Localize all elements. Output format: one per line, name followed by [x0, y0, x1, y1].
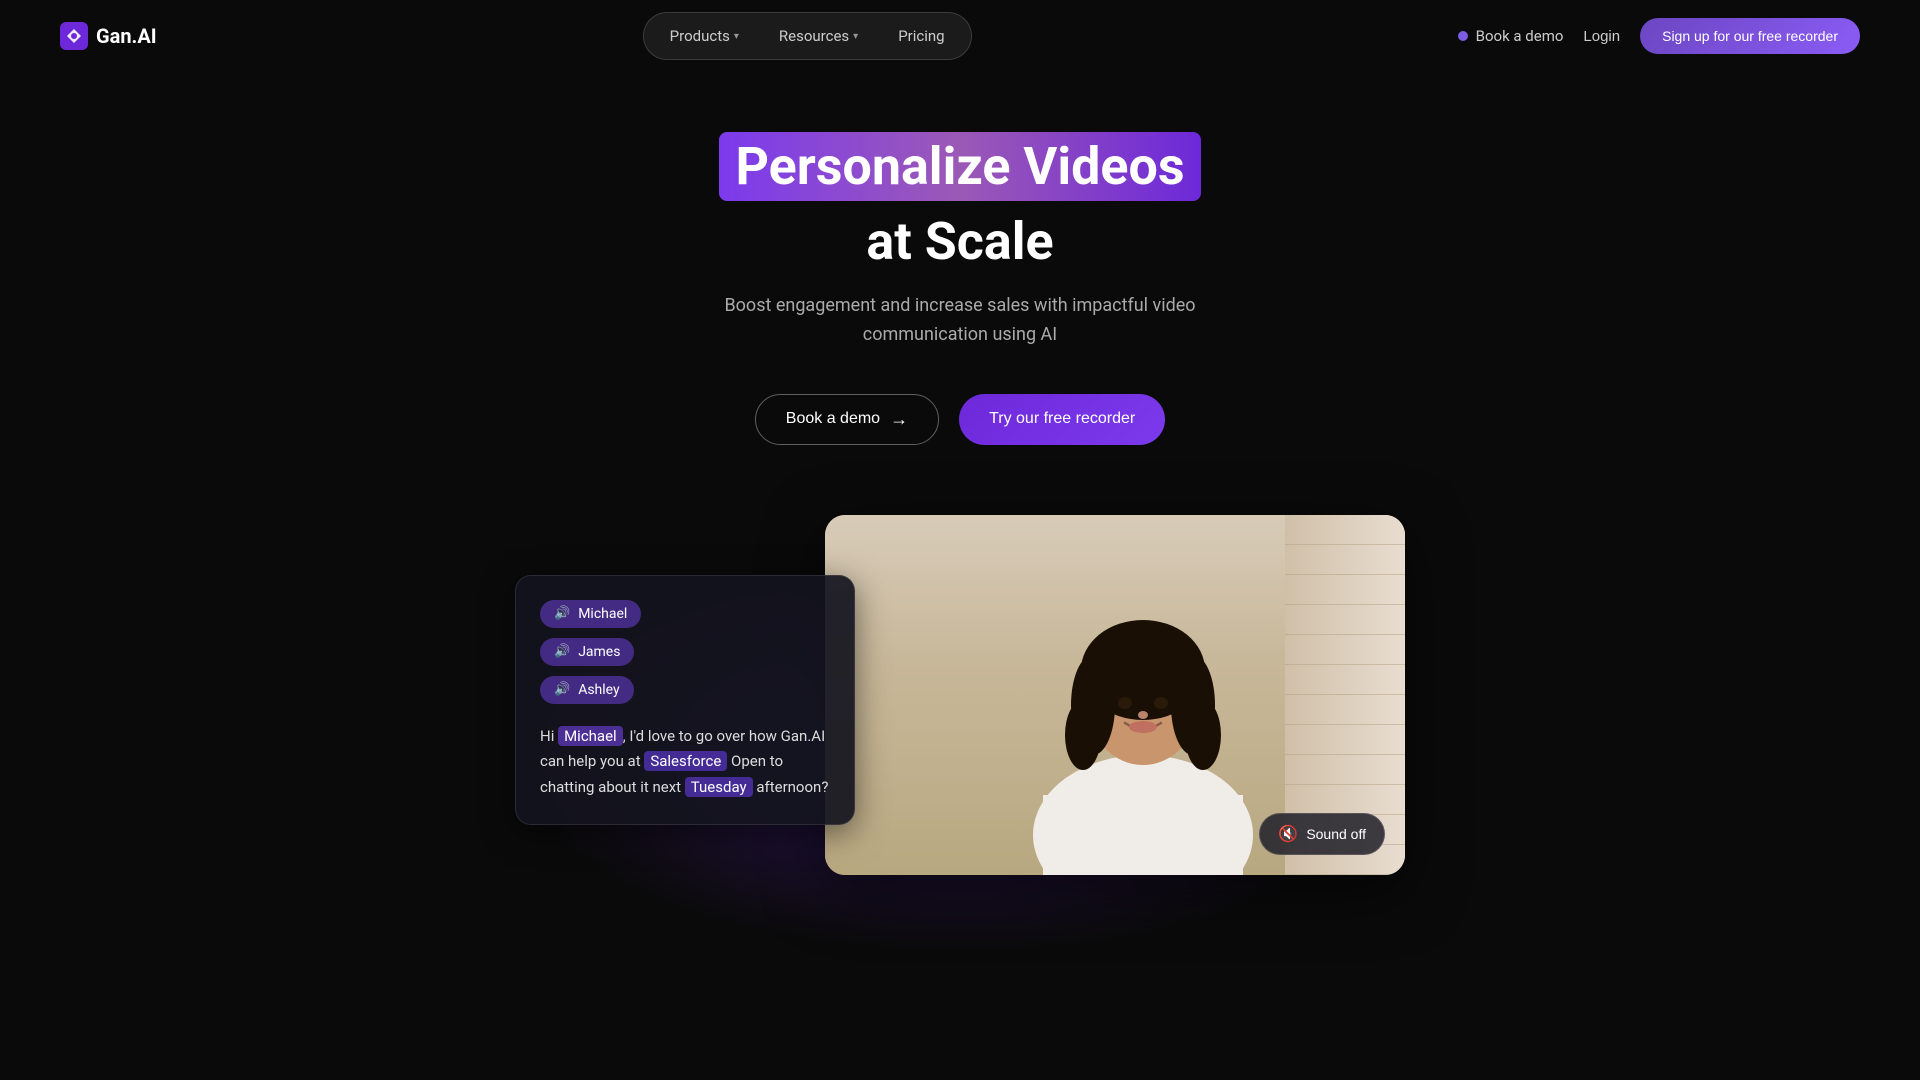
- persona-james[interactable]: 🔊 James: [540, 638, 634, 666]
- nav-menu: Products ▾ Resources ▾ Pricing: [643, 12, 972, 60]
- nav-resources[interactable]: Resources ▾: [761, 19, 876, 53]
- logo[interactable]: Gan.AI: [60, 22, 157, 50]
- name-highlight: Michael: [558, 726, 623, 746]
- greeting-text: Hi: [540, 727, 558, 745]
- blind-slat: [1285, 725, 1405, 755]
- nav-products-label: Products: [670, 27, 730, 45]
- blind-slat: [1285, 755, 1405, 785]
- book-demo-nav-label: Book a demo: [1476, 27, 1564, 45]
- person-figure: [1003, 535, 1283, 875]
- hero-title: Personalize Videos at Scale: [20, 132, 1900, 272]
- navbar: Gan.AI Products ▾ Resources ▾ Pricing Bo…: [0, 0, 1920, 72]
- logo-text: Gan.AI: [96, 24, 157, 48]
- logo-icon: [60, 22, 88, 50]
- nav-pricing-label: Pricing: [898, 27, 944, 45]
- persona-ashley[interactable]: 🔊 Ashley: [540, 676, 634, 704]
- nav-resources-label: Resources: [779, 27, 849, 45]
- book-demo-nav-button[interactable]: Book a demo: [1458, 27, 1564, 45]
- persona-michael-label: Michael: [578, 606, 627, 622]
- chevron-down-icon: ▾: [734, 31, 739, 42]
- blind-slat: [1285, 545, 1405, 575]
- blind-slat: [1285, 665, 1405, 695]
- day-highlight: Tuesday: [685, 777, 753, 797]
- blind-slat: [1285, 515, 1405, 545]
- login-button[interactable]: Login: [1583, 28, 1620, 45]
- chevron-down-icon: ▾: [853, 31, 858, 42]
- book-demo-label: Book a demo: [786, 410, 880, 428]
- try-recorder-button[interactable]: Try our free recorder: [959, 394, 1165, 445]
- hero-buttons: Book a demo → Try our free recorder: [20, 394, 1900, 445]
- sound-off-button[interactable]: 🔇 Sound off: [1259, 813, 1385, 855]
- persona-james-label: James: [578, 644, 620, 660]
- video-player[interactable]: 🔇 Sound off: [825, 515, 1405, 875]
- blind-slat: [1285, 695, 1405, 725]
- nav-right: Book a demo Login Sign up for our free r…: [1458, 18, 1860, 54]
- nav-pricing[interactable]: Pricing: [880, 19, 962, 53]
- company-highlight: Salesforce: [644, 751, 727, 771]
- persona-list: 🔊 Michael 🔊 James 🔊 Ashley: [540, 600, 830, 704]
- persona-script-text: Hi Michael, I'd love to go over how Gan.…: [540, 724, 830, 801]
- book-demo-button[interactable]: Book a demo →: [755, 394, 939, 445]
- sound-off-icon: 🔇: [1278, 824, 1298, 844]
- end-text: afternoon?: [753, 778, 829, 796]
- sound-icon: 🔊: [554, 644, 570, 659]
- nav-products[interactable]: Products ▾: [652, 19, 757, 53]
- signup-button[interactable]: Sign up for our free recorder: [1640, 18, 1860, 54]
- persona-card: 🔊 Michael 🔊 James 🔊 Ashley Hi Michael, I…: [515, 575, 855, 826]
- arrow-icon: →: [890, 409, 908, 430]
- sound-off-label: Sound off: [1306, 826, 1366, 842]
- blind-slat: [1285, 605, 1405, 635]
- hero-subtitle-line1: Boost engagement and increase sales with…: [724, 295, 1195, 316]
- live-dot-icon: [1458, 31, 1468, 41]
- blind-slat: [1285, 575, 1405, 605]
- blind-slat: [1285, 785, 1405, 815]
- persona-michael[interactable]: 🔊 Michael: [540, 600, 641, 628]
- sound-icon: 🔊: [554, 682, 570, 697]
- hero-title-main: at Scale: [20, 211, 1900, 272]
- hero-section: Personalize Videos at Scale Boost engage…: [0, 72, 1920, 485]
- video-section: 🔊 Michael 🔊 James 🔊 Ashley Hi Michael, I…: [0, 515, 1920, 875]
- blind-slat: [1285, 635, 1405, 665]
- hero-subtitle: Boost engagement and increase sales with…: [20, 292, 1900, 350]
- hero-subtitle-line2: communication using AI: [863, 324, 1057, 345]
- sound-icon: 🔊: [554, 606, 570, 621]
- hero-title-highlight: Personalize Videos: [719, 132, 1200, 201]
- persona-ashley-label: Ashley: [578, 682, 619, 698]
